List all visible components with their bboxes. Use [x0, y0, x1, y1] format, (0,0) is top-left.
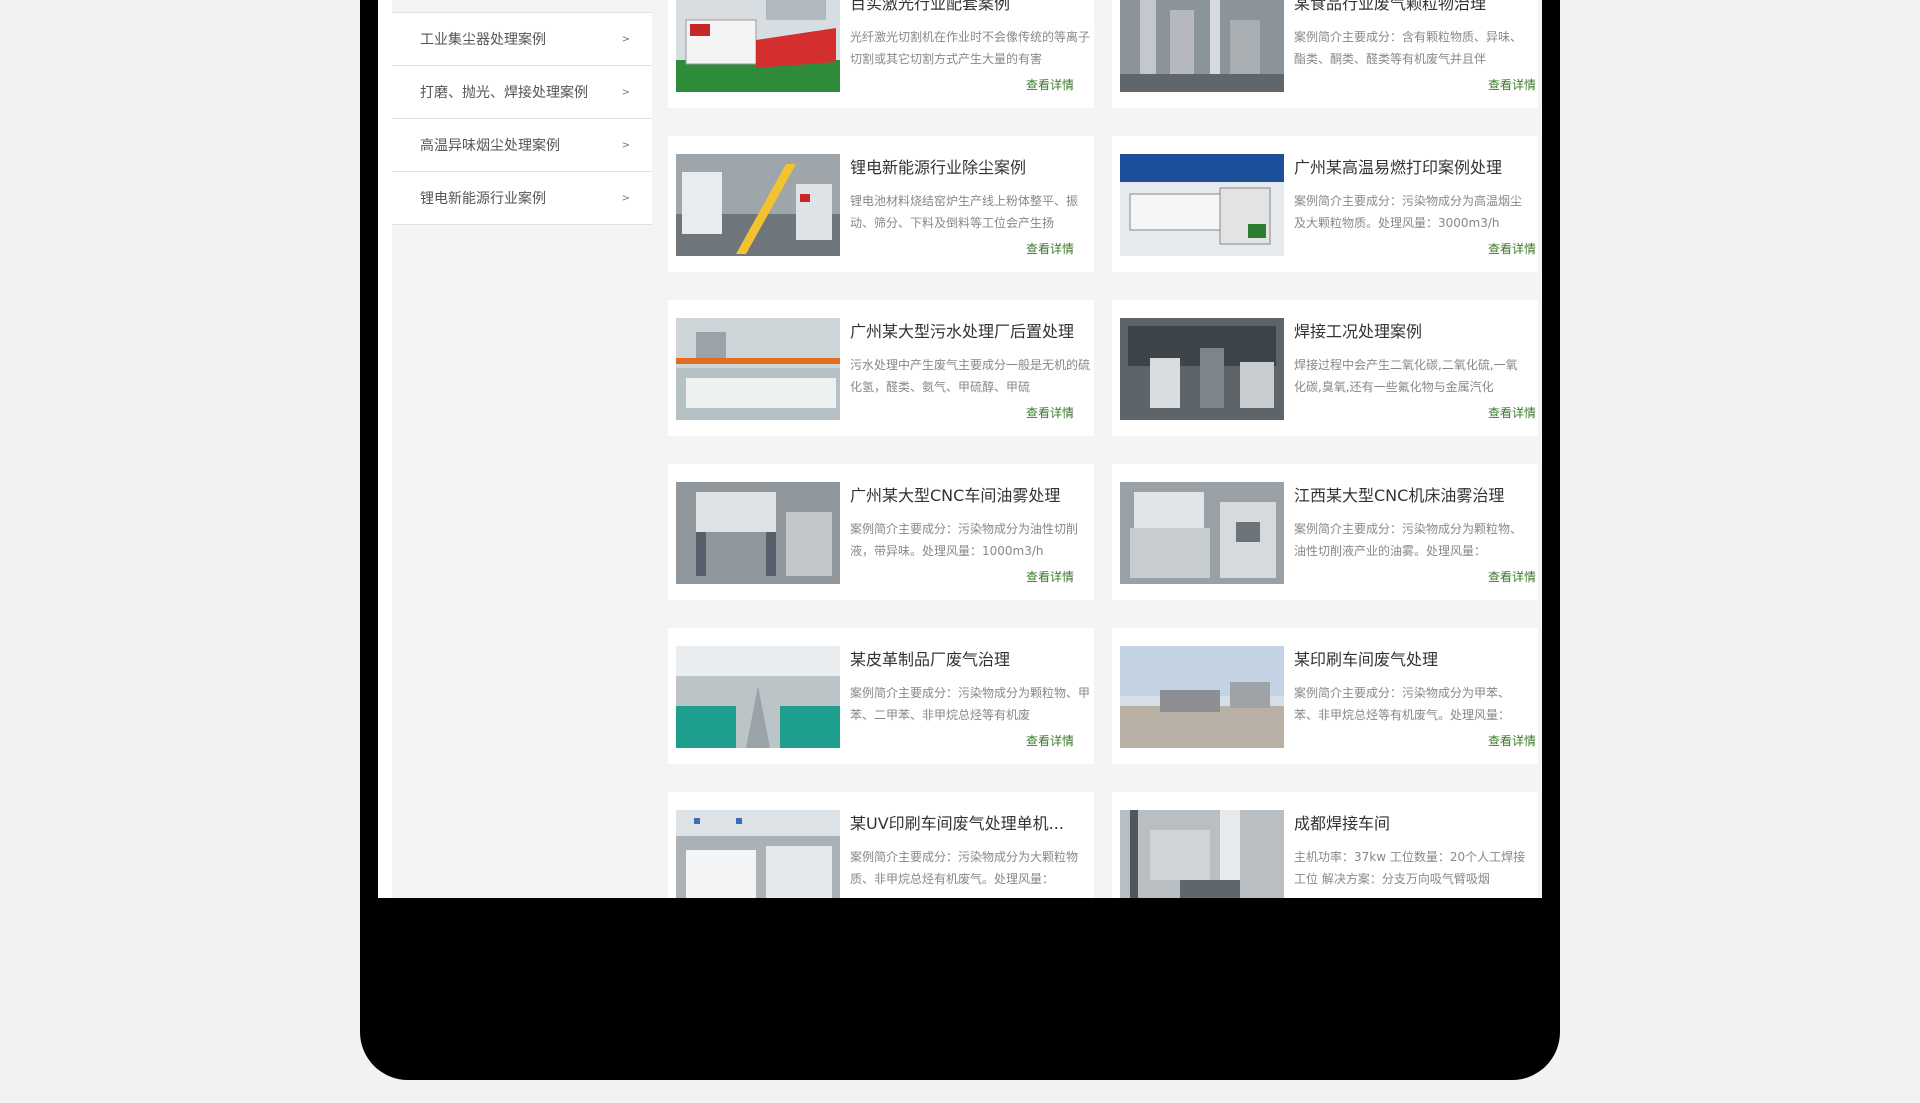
case-thumbnail[interactable] [1120, 154, 1284, 256]
case-card[interactable]: 焊接工况处理案例 焊接过程中会产生二氧化碳,二氧化硫,一氧化碳,臭氧,还有一些氟… [1112, 300, 1538, 436]
case-description: 案例简介主要成分：污染物成分为油性切削液，带异味。处理风量：1000m3/h [850, 522, 1079, 558]
case-description: 案例简介主要成分：污染物成分为高温烟尘及大颗粒物质。处理风量：3000m3/h [1294, 194, 1523, 230]
case-card[interactable]: 百实激光行业配套案例 光纤激光切割机在作业时不会像传统的等离子切割或其它切割方式… [668, 0, 1094, 108]
view-details-link[interactable]: 查看详情 [1488, 732, 1536, 749]
sidebar-item-label: 打磨、抛光、焊接处理案例 [420, 85, 588, 101]
case-title[interactable]: 广州某大型CNC车间油雾处理 [850, 482, 1090, 506]
page-viewport: 工业集尘器处理案例 > 打磨、抛光、焊接处理案例 > 高温异味烟尘处理案例 > … [378, 0, 1542, 898]
case-title[interactable]: 广州某高温易燃打印案例处理 [1294, 154, 1526, 178]
case-description: 光纤激光切割机在作业时不会像传统的等离子切割或其它切割方式产生大量的有害 [850, 30, 1090, 66]
chevron-right-icon: > [621, 139, 630, 151]
case-thumbnail[interactable] [1120, 482, 1284, 584]
case-thumbnail[interactable] [1120, 0, 1284, 92]
case-description: 污水处理中产生废气主要成分一般是无机的硫化氢，醛类、氨气、甲硫醇、甲硫 [850, 358, 1090, 394]
case-description: 主机功率：37kw 工位数量：20个人工焊接工位 解决方案：分支万向吸气臂吸烟 [1294, 850, 1526, 886]
case-description: 案例简介主要成分：含有颗粒物质、异味、酯类、酮类、醛类等有机废气并且伴 [1294, 30, 1523, 66]
view-details-link[interactable]: 查看详情 [1026, 732, 1074, 749]
case-thumbnail[interactable] [676, 0, 840, 92]
case-thumbnail[interactable] [676, 318, 840, 420]
view-details-link[interactable]: 查看详情 [1488, 240, 1536, 257]
case-title[interactable]: 江西某大型CNC机床油雾治理 [1294, 482, 1526, 506]
chevron-right-icon: > [621, 192, 630, 204]
sidebar-item-label: 锂电新能源行业案例 [420, 191, 546, 207]
case-title[interactable]: 广州某大型污水处理厂后置处理 [850, 318, 1090, 342]
case-card[interactable]: 某印刷车间废气处理 案例简介主要成分：污染物成分为甲苯、苯、非甲烷总烃等有机废气… [1112, 628, 1538, 764]
case-title[interactable]: 某皮革制品厂废气治理 [850, 646, 1090, 670]
view-details-link[interactable]: 查看详情 [1026, 568, 1074, 585]
case-description: 焊接过程中会产生二氧化碳,二氧化硫,一氧化碳,臭氧,还有一些氟化物与金属汽化 [1294, 358, 1518, 394]
case-card[interactable]: 某UV印刷车间废气处理单机... 案例简介主要成分：污染物成分为大颗粒物质、非甲… [668, 792, 1094, 898]
case-category-sidebar: 工业集尘器处理案例 > 打磨、抛光、焊接处理案例 > 高温异味烟尘处理案例 > … [392, 0, 652, 898]
case-title[interactable]: 成都焊接车间 [1294, 810, 1526, 834]
case-list: 百实激光行业配套案例 光纤激光切割机在作业时不会像传统的等离子切割或其它切割方式… [652, 0, 1542, 898]
view-details-link[interactable]: 查看详情 [1488, 76, 1536, 93]
sidebar-item-high-temp-odor-fume[interactable]: 高温异味烟尘处理案例 > [392, 119, 652, 172]
case-thumbnail[interactable] [1120, 318, 1284, 420]
case-description: 案例简介主要成分：污染物成分为颗粒物、油性切削液产业的油雾。处理风量： [1294, 522, 1523, 558]
case-title[interactable]: 百实激光行业配套案例 [850, 0, 1090, 14]
chevron-right-icon: > [621, 33, 630, 45]
view-details-link[interactable]: 查看详情 [1026, 240, 1074, 257]
case-description: 案例简介主要成分：污染物成分为大颗粒物质、非甲烷总烃有机废气。处理风量： [850, 850, 1079, 886]
case-title[interactable]: 某UV印刷车间废气处理单机... [850, 810, 1090, 834]
case-thumbnail[interactable] [676, 482, 840, 584]
case-thumbnail[interactable] [1120, 646, 1284, 748]
case-card[interactable]: 某皮革制品厂废气治理 案例简介主要成分：污染物成分为颗粒物、甲苯、二甲苯、非甲烷… [668, 628, 1094, 764]
view-details-link[interactable]: 查看详情 [1488, 404, 1536, 421]
view-details-link[interactable]: 查看详情 [1026, 404, 1074, 421]
sidebar-item-lithium-new-energy[interactable]: 锂电新能源行业案例 > [392, 172, 652, 225]
chevron-right-icon: > [621, 86, 630, 98]
case-title[interactable]: 锂电新能源行业除尘案例 [850, 154, 1090, 178]
case-card[interactable]: 广州某大型污水处理厂后置处理 污水处理中产生废气主要成分一般是无机的硫化氢，醛类… [668, 300, 1094, 436]
case-card[interactable]: 锂电新能源行业除尘案例 锂电池材料烧结窑炉生产线上粉体整平、振动、筛分、下料及倒… [668, 136, 1094, 272]
case-card[interactable]: 成都焊接车间 主机功率：37kw 工位数量：20个人工焊接工位 解决方案：分支万… [1112, 792, 1538, 898]
sidebar-item-label: 高温异味烟尘处理案例 [420, 138, 560, 154]
sidebar-item-label: 工业集尘器处理案例 [420, 32, 546, 48]
case-description: 锂电池材料烧结窑炉生产线上粉体整平、振动、筛分、下料及倒料等工位会产生扬 [850, 194, 1079, 230]
case-title[interactable]: 某印刷车间废气处理 [1294, 646, 1526, 670]
case-thumbnail[interactable] [676, 154, 840, 256]
case-thumbnail[interactable] [676, 646, 840, 748]
case-description: 案例简介主要成分：污染物成分为甲苯、苯、非甲烷总烃等有机废气。处理风量： [1294, 686, 1511, 722]
case-card[interactable]: 广州某大型CNC车间油雾处理 案例简介主要成分：污染物成分为油性切削液，带异味。… [668, 464, 1094, 600]
case-title[interactable]: 焊接工况处理案例 [1294, 318, 1526, 342]
sidebar-spacer [392, 225, 652, 898]
sidebar-item-industrial-dust-collector[interactable]: 工业集尘器处理案例 > [392, 12, 652, 66]
case-card[interactable]: 江西某大型CNC机床油雾治理 案例简介主要成分：污染物成分为颗粒物、油性切削液产… [1112, 464, 1538, 600]
case-thumbnail[interactable] [676, 810, 840, 898]
view-details-link[interactable]: 查看详情 [1488, 568, 1536, 585]
sidebar-item-grinding-polishing-welding[interactable]: 打磨、抛光、焊接处理案例 > [392, 66, 652, 119]
case-title[interactable]: 某食品行业废气颗粒物治理 [1294, 0, 1526, 14]
case-card[interactable]: 广州某高温易燃打印案例处理 案例简介主要成分：污染物成分为高温烟尘及大颗粒物质。… [1112, 136, 1538, 272]
view-details-link[interactable]: 查看详情 [1026, 76, 1074, 93]
case-card[interactable]: 某食品行业废气颗粒物治理 案例简介主要成分：含有颗粒物质、异味、酯类、酮类、醛类… [1112, 0, 1538, 108]
case-thumbnail[interactable] [1120, 810, 1284, 898]
case-description: 案例简介主要成分：污染物成分为颗粒物、甲苯、二甲苯、非甲烷总烃等有机废 [850, 686, 1090, 722]
